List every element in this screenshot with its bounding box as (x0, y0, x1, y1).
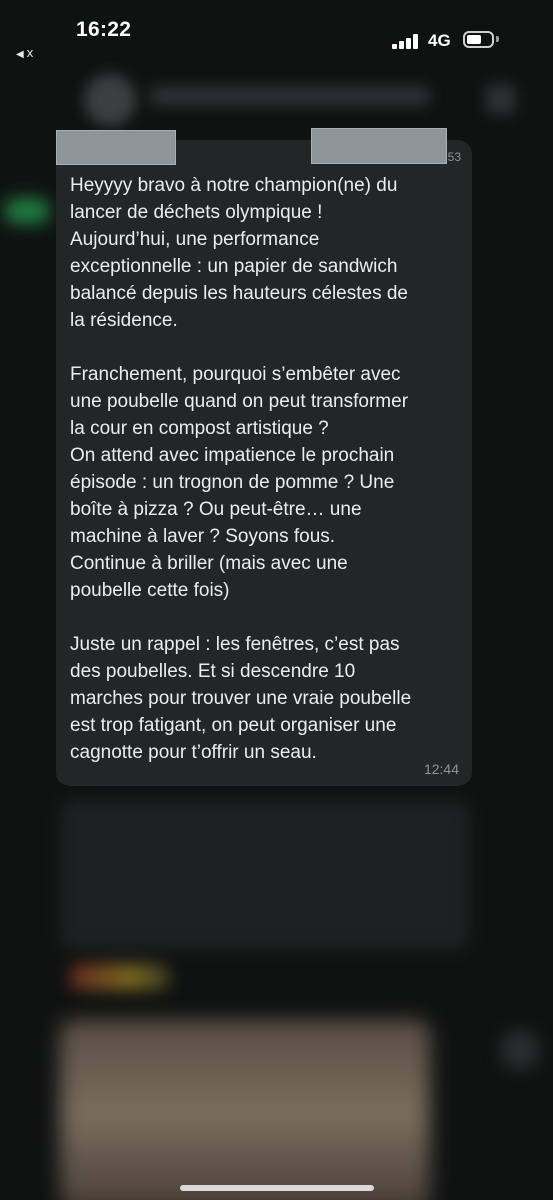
blurred-unread-badge (4, 198, 50, 224)
message-text: Heyyyy bravo à notre champion(ne) du lan… (70, 175, 412, 763)
blurred-message-bubble (60, 800, 470, 950)
blurred-photo-message (60, 1020, 430, 1200)
cellular-signal-icon (392, 33, 422, 49)
battery-cap (496, 36, 499, 42)
back-to-app-button[interactable]: ◀ x (16, 45, 33, 60)
battery-icon (463, 31, 494, 48)
home-indicator[interactable] (180, 1185, 374, 1191)
redacted-phone-number (311, 128, 447, 164)
redacted-sender-name (56, 130, 176, 165)
forward-icon (500, 1030, 540, 1070)
back-app-label: x (26, 45, 34, 60)
header-time-fragment: 53 (447, 150, 461, 164)
call-icon (486, 84, 516, 114)
network-type: 4G (428, 31, 451, 50)
chat-screen: 16:22 ◀ x 4G 53 Heyyyy bravo à notre cham… (0, 0, 553, 1200)
status-time: 16:22 (76, 18, 132, 41)
battery-level (467, 35, 481, 44)
blurred-emoji-reactions (70, 964, 170, 990)
back-triangle-icon: ◀ (16, 49, 24, 60)
message-bubble[interactable]: 53 Heyyyy bravo à notre champion(ne) du … (56, 128, 472, 786)
avatar (84, 74, 136, 126)
message-timestamp: 12:44 (423, 761, 459, 777)
status-bar: 16:22 ◀ x 4G (0, 0, 553, 64)
blurred-chat-header (0, 64, 553, 134)
blurred-chat-title (150, 86, 430, 106)
